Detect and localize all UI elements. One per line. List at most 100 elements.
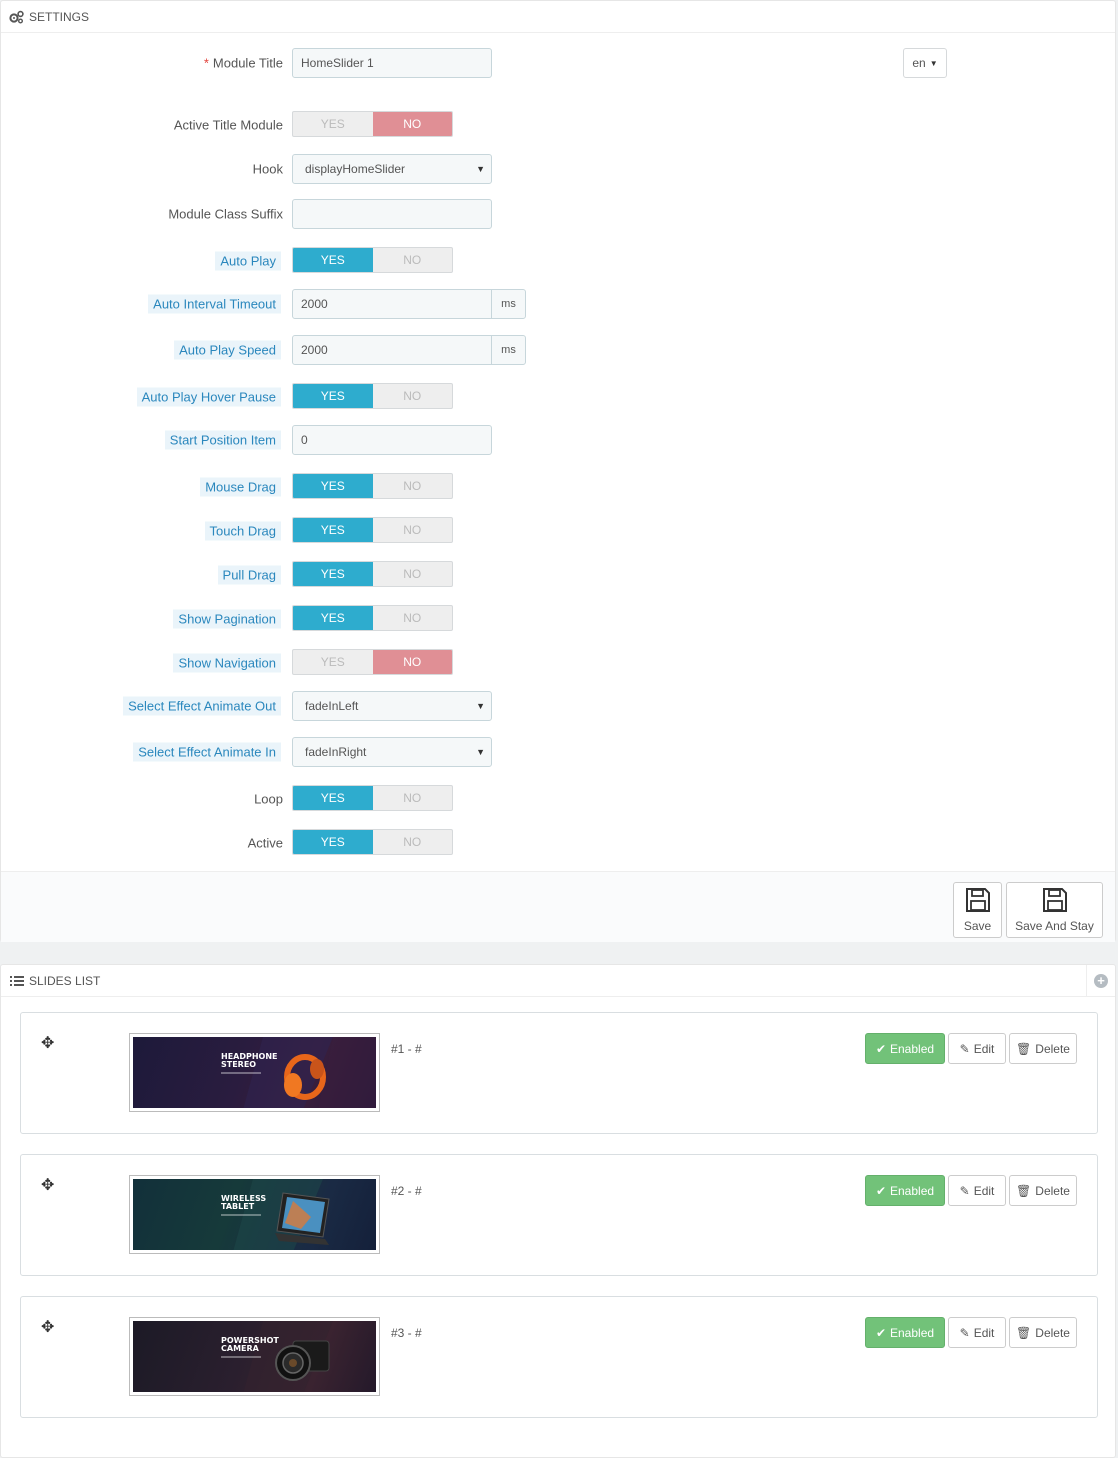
animate-in-select-value: fadeInRight (305, 745, 367, 759)
settings-panel: SETTINGS * Module Title HomeSlider 1 en ▼… (0, 0, 1116, 942)
animate-out-select[interactable]: fadeInLeft ▼ (292, 691, 492, 721)
edit-button[interactable]: ✎ Edit (948, 1175, 1006, 1206)
enabled-button[interactable]: ✔ Enabled (865, 1033, 945, 1064)
enabled-button[interactable]: ✔ Enabled (865, 1175, 945, 1206)
auto-play-no[interactable]: NO (373, 248, 453, 272)
row-auto-play-speed: Auto Play Speed 2000 ms (1, 335, 1117, 365)
show-navigation-switch: YES NO (292, 649, 453, 675)
select-caret-icon: ▼ (476, 164, 485, 174)
show-pagination-no[interactable]: NO (373, 606, 453, 630)
touch-drag-switch: YES NO (292, 517, 453, 543)
language-dropdown[interactable]: en ▼ (903, 48, 947, 78)
pull-drag-switch: YES NO (292, 561, 453, 587)
save-and-stay-button[interactable]: Save And Stay (1006, 882, 1103, 938)
show-navigation-label: Show Navigation (173, 653, 281, 673)
show-pagination-label: Show Pagination (173, 609, 281, 629)
slide-thumbnail-image: WIRELESS TABLET (133, 1179, 376, 1250)
move-arrows-icon[interactable]: ✥ (41, 1175, 54, 1195)
slide-index: #2 - # (391, 1184, 422, 1198)
active-title-module-switch: YES NO (292, 111, 453, 137)
active-no[interactable]: NO (373, 830, 453, 854)
slide-index: #1 - # (391, 1042, 422, 1056)
hook-select-value: displayHomeSlider (305, 162, 406, 176)
plus-circle-icon: + (1094, 974, 1108, 988)
auto-interval-timeout-input[interactable]: 2000 (292, 289, 492, 319)
row-pull-drag: Pull Drag YES NO (1, 560, 1117, 590)
active-yes[interactable]: YES (293, 830, 373, 854)
pull-drag-label: Pull Drag (217, 565, 281, 585)
row-show-navigation: Show Navigation YES NO (1, 648, 1117, 678)
hook-label: Hook (252, 161, 283, 177)
active-title-module-no[interactable]: NO (372, 112, 452, 136)
show-navigation-no[interactable]: NO (372, 650, 452, 674)
delete-button[interactable]: 🗑 Delete (1009, 1175, 1077, 1206)
slide-actions: ✔ Enabled ✎ Edit 🗑 Delete (865, 1175, 1077, 1206)
slide-thumbnail: WIRELESS TABLET (129, 1175, 380, 1254)
floppy-disk-icon (965, 887, 991, 915)
auto-play-speed-input[interactable]: 2000 (292, 335, 492, 365)
slides-heading-title: SLIDES LIST (29, 973, 101, 988)
auto-play-speed-unit: ms (491, 335, 526, 365)
mouse-drag-no[interactable]: NO (373, 474, 453, 498)
loop-yes[interactable]: YES (293, 786, 373, 810)
slide-actions: ✔ Enabled ✎ Edit 🗑 Delete (865, 1033, 1077, 1064)
slide-item: ✥ HEADPHONE STEREO #1 - # ✔ Enabled ✎ Edit … (20, 1012, 1098, 1134)
touch-drag-label: Touch Drag (204, 521, 281, 541)
auto-play-hover-pause-yes[interactable]: YES (293, 384, 373, 408)
show-pagination-yes[interactable]: YES (293, 606, 373, 630)
enabled-button[interactable]: ✔ Enabled (865, 1317, 945, 1348)
pull-drag-no[interactable]: NO (373, 562, 453, 586)
active-title-module-yes[interactable]: YES (293, 112, 373, 136)
slide-actions: ✔ Enabled ✎ Edit 🗑 Delete (865, 1317, 1077, 1348)
settings-heading: SETTINGS (1, 1, 1115, 33)
pencil-square-icon: ✎ (959, 1183, 970, 1198)
row-show-pagination: Show Pagination YES NO (1, 604, 1117, 634)
row-active-title-module: Active Title Module YES NO (1, 110, 1117, 140)
row-auto-interval-timeout: Auto Interval Timeout 2000 ms (1, 289, 1117, 319)
hook-select[interactable]: displayHomeSlider ▼ (292, 154, 492, 184)
touch-drag-yes[interactable]: YES (293, 518, 373, 542)
auto-interval-timeout-unit: ms (491, 289, 526, 319)
delete-button[interactable]: 🗑 Delete (1009, 1033, 1077, 1064)
auto-play-switch: YES NO (292, 247, 453, 273)
show-navigation-yes[interactable]: YES (293, 650, 373, 674)
move-arrows-icon[interactable]: ✥ (41, 1317, 54, 1337)
slide-thumbnail: POWERSHOT CAMERA (129, 1317, 380, 1396)
slides-heading: SLIDES LIST (1, 965, 1115, 997)
save-button[interactable]: Save (953, 882, 1002, 938)
pull-drag-yes[interactable]: YES (293, 562, 373, 586)
add-slide-button[interactable]: + (1086, 965, 1115, 997)
edit-button[interactable]: ✎ Edit (948, 1033, 1006, 1064)
row-auto-play-hover-pause: Auto Play Hover Pause YES NO (1, 382, 1117, 412)
row-module-class-suffix: Module Class Suffix (1, 199, 1117, 229)
select-caret-icon: ▼ (476, 701, 485, 711)
auto-interval-timeout-label: Auto Interval Timeout (148, 294, 281, 314)
delete-label: Delete (1035, 1041, 1070, 1056)
move-arrows-icon[interactable]: ✥ (41, 1033, 54, 1053)
slide-banner-text: POWERSHOT CAMERA (221, 1336, 279, 1353)
touch-drag-no[interactable]: NO (373, 518, 453, 542)
animate-in-select[interactable]: fadeInRight ▼ (292, 737, 492, 767)
slide-banner-text: WIRELESS TABLET (221, 1194, 267, 1211)
enabled-label: Enabled (890, 1183, 935, 1198)
auto-play-yes[interactable]: YES (293, 248, 373, 272)
auto-play-hover-pause-switch: YES NO (292, 383, 453, 409)
cogs-icon (9, 10, 25, 24)
animate-out-select-value: fadeInLeft (305, 699, 359, 713)
mouse-drag-yes[interactable]: YES (293, 474, 373, 498)
active-switch: YES NO (292, 829, 453, 855)
pencil-square-icon: ✎ (959, 1041, 970, 1056)
auto-play-speed-label: Auto Play Speed (174, 340, 281, 360)
module-title-label-text: Module Title (212, 55, 283, 71)
delete-button[interactable]: 🗑 Delete (1009, 1317, 1077, 1348)
slides-panel: SLIDES LIST + ✥ HEADPHONE STEREO #1 - # ✔… (0, 964, 1116, 1458)
trash-icon: 🗑 (1016, 1041, 1032, 1056)
active-title-module-label: Active Title Module (173, 117, 283, 133)
start-position-item-input[interactable]: 0 (292, 425, 492, 455)
module-title-input[interactable]: HomeSlider 1 (292, 48, 492, 78)
slide-index: #3 - # (391, 1326, 422, 1340)
loop-no[interactable]: NO (373, 786, 453, 810)
module-class-suffix-input[interactable] (292, 199, 492, 229)
auto-play-hover-pause-no[interactable]: NO (373, 384, 453, 408)
edit-button[interactable]: ✎ Edit (948, 1317, 1006, 1348)
